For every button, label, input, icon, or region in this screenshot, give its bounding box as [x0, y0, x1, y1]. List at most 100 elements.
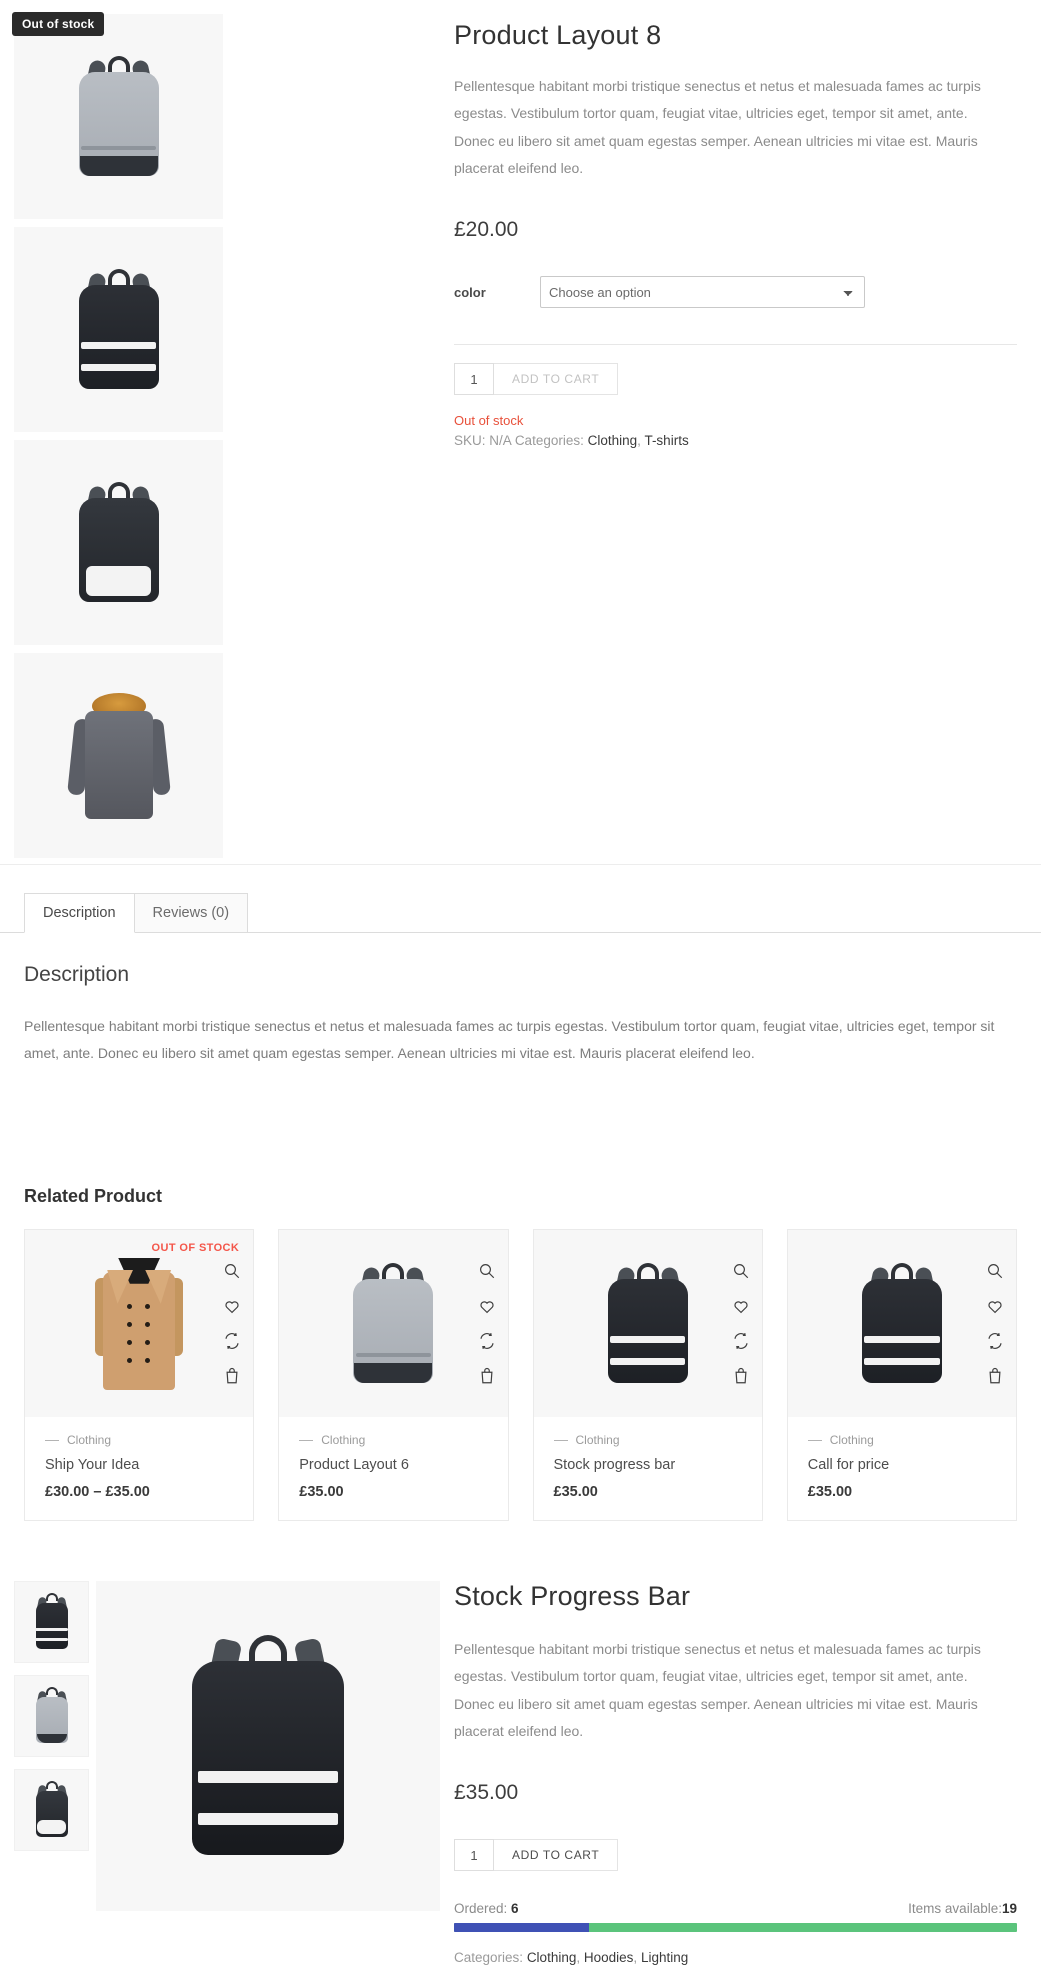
out-of-stock-badge: Out of stock [12, 12, 105, 36]
sku-value: N/A [489, 433, 512, 449]
card-title[interactable]: Call for price [808, 1457, 996, 1473]
cart-icon[interactable] [732, 1367, 750, 1385]
cart-icon[interactable] [986, 1367, 1004, 1385]
category-link-clothing[interactable]: Clothing [588, 433, 638, 448]
product-card[interactable]: Clothing Product Layout 6 £35.00 [278, 1229, 509, 1522]
card-category: Clothing [299, 1433, 487, 1447]
product-card[interactable]: Clothing Call for price £35.00 [786, 1229, 1017, 1522]
related-cards: OUT OF STOCK Clothing Ship Your Idea £30… [24, 1229, 1017, 1522]
page-title: Product Layout 8 [454, 20, 662, 50]
meta-comma: , [637, 433, 641, 449]
card-media [533, 1230, 762, 1418]
compare-icon[interactable] [223, 1332, 241, 1350]
related-products-section: Related Product OUT OF STOCK Clothing Sh… [0, 1066, 1041, 1522]
main-product-image[interactable] [96, 1581, 440, 1912]
card-category-label: Clothing [829, 1433, 874, 1448]
dash-icon [45, 1439, 59, 1441]
card-category-label: Clothing [575, 1433, 620, 1448]
backpack-black-stripe-icon [859, 1262, 945, 1383]
search-icon[interactable] [732, 1262, 750, 1280]
heart-icon[interactable] [478, 1297, 496, 1315]
gallery-image-2[interactable] [14, 227, 223, 432]
card-media [787, 1230, 1016, 1418]
compare-icon[interactable] [478, 1332, 496, 1350]
add-to-cart-row: ADD TO CART [454, 363, 1017, 396]
dash-icon [299, 1439, 314, 1441]
stock-progress-fill [454, 1923, 590, 1933]
trench-coat-icon [93, 1257, 185, 1390]
card-category: Clothing [807, 1433, 996, 1448]
category-link-tshirts[interactable]: T-shirts [644, 433, 688, 448]
backpack-black-stripe-icon [189, 1635, 347, 1856]
card-price: £35.00 [553, 1484, 598, 1501]
cats-comma-2: , [633, 1950, 638, 1965]
tab-reviews[interactable]: Reviews (0) [134, 893, 249, 933]
backpack-white-pocket-icon [33, 1781, 71, 1838]
compare-icon[interactable] [986, 1332, 1004, 1350]
category-link-clothing[interactable]: Clothing [527, 1950, 577, 1965]
card-price: £30.00 – £35.00 [45, 1484, 150, 1501]
available-label: Items available: [908, 1901, 1002, 1917]
product-card[interactable]: OUT OF STOCK Clothing Ship Your Idea £30… [24, 1229, 255, 1522]
backpack-black-stripe-icon [33, 1593, 71, 1650]
card-media: OUT OF STOCK [25, 1230, 254, 1418]
thumbnail-1[interactable] [14, 1581, 89, 1664]
search-icon[interactable] [223, 1262, 241, 1280]
cart-icon[interactable] [223, 1367, 241, 1385]
variation-color-row: color Choose an option [454, 276, 1017, 309]
tab-description[interactable]: Description [24, 893, 135, 933]
backpack-black-stripe-icon [605, 1262, 691, 1383]
category-link-hoodies[interactable]: Hoodies [584, 1950, 634, 1965]
thumbnail-list [0, 1581, 89, 1965]
stock-status: Out of stock [454, 413, 524, 429]
ordered-stat: Ordered: 6 [454, 1901, 519, 1916]
ordered-label: Ordered: [454, 1901, 508, 1917]
bottom-quantity-input[interactable] [454, 1839, 494, 1872]
tab-list: Description Reviews (0) [0, 893, 1041, 933]
compare-icon[interactable] [732, 1332, 750, 1350]
card-action-icons [986, 1262, 1004, 1385]
card-out-of-stock-badge: OUT OF STOCK [151, 1242, 240, 1255]
product-tabs-section: Description Reviews (0) Description Pell… [0, 864, 1041, 1067]
add-to-cart-button[interactable]: ADD TO CART [494, 363, 619, 396]
tab-panel-description: Description Pellentesque habitant morbi … [0, 933, 1041, 1066]
category-link-lighting[interactable]: Lighting [641, 1950, 688, 1965]
heart-icon[interactable] [223, 1297, 241, 1315]
quantity-input[interactable] [454, 363, 494, 396]
product-card[interactable]: Clothing Stock progress bar £35.00 [532, 1229, 763, 1522]
thumbnail-2[interactable] [14, 1675, 89, 1758]
stock-progress-product-section: Stock Progress Bar Pellentesque habitant… [0, 1521, 1041, 1965]
color-select[interactable]: Choose an option [540, 276, 865, 309]
card-title[interactable]: Ship Your Idea [45, 1457, 233, 1473]
heart-icon[interactable] [986, 1297, 1004, 1315]
card-title[interactable]: Product Layout 6 [299, 1457, 487, 1473]
card-action-icons [478, 1262, 496, 1385]
tab-panel-text: Pellentesque habitant morbi tristique se… [24, 1018, 995, 1061]
backpack-black-stripe-icon [76, 268, 162, 389]
gallery-image-4[interactable] [14, 653, 223, 858]
card-info: Clothing Stock progress bar £35.00 [534, 1417, 762, 1520]
heart-icon[interactable] [732, 1297, 750, 1315]
card-action-icons [732, 1262, 750, 1385]
bottom-product-price: £35.00 [454, 1781, 519, 1805]
cart-icon[interactable] [478, 1367, 496, 1385]
card-price: £35.00 [807, 1484, 853, 1501]
bottom-add-to-cart-button[interactable]: ADD TO CART [494, 1839, 619, 1872]
card-action-icons [223, 1262, 241, 1385]
cats-comma: , [576, 1950, 581, 1965]
dash-icon [553, 1439, 568, 1441]
gallery-image-3[interactable] [14, 440, 223, 645]
card-category-label: Clothing [321, 1433, 366, 1448]
thumbnail-3[interactable] [14, 1769, 89, 1852]
ordered-value: 6 [511, 1901, 519, 1917]
bottom-categories: Categories: Clothing, Hoodies, Lighting [454, 1950, 1017, 1965]
available-stat: Items available:19 [908, 1901, 1017, 1916]
backpack-grey-icon [350, 1262, 436, 1383]
gallery-image-1[interactable] [14, 14, 223, 219]
search-icon[interactable] [986, 1262, 1004, 1280]
available-value: 19 [1001, 1901, 1017, 1917]
card-info: Clothing Ship Your Idea £30.00 – £35.00 [25, 1417, 253, 1520]
card-title[interactable]: Stock progress bar [554, 1457, 742, 1473]
card-category-label: Clothing [67, 1433, 112, 1448]
search-icon[interactable] [478, 1262, 496, 1280]
